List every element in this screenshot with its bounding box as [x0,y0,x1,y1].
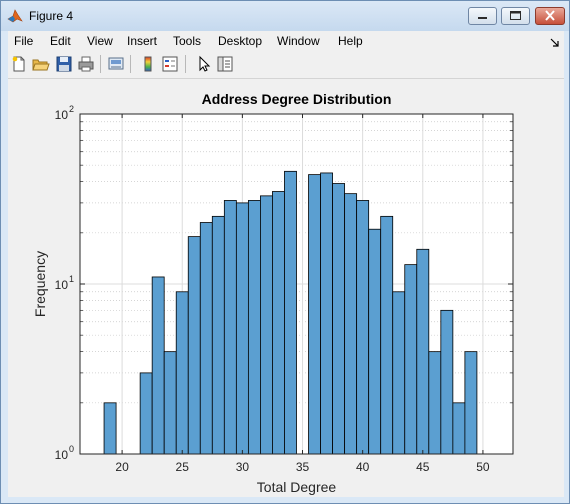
toolbar-separator [100,55,101,73]
y-tick-label: 10 [55,448,69,462]
open-file-icon[interactable] [32,55,50,73]
new-figure-icon[interactable] [10,55,28,73]
menu-bar: File Edit View Insert Tools Desktop Wind… [8,31,564,51]
histogram-chart: 20 25 30 35 40 45 50 10 010 110 2 Address Degree … [32,91,514,495]
menu-window[interactable]: Window [277,34,320,48]
histogram-bar [440,309,454,455]
insert-colorbar-icon[interactable] [139,55,157,73]
histogram-bar [392,291,406,455]
histogram-bar [404,264,418,455]
histogram-bar [428,351,442,455]
histogram-bar [320,172,333,455]
window-title: Figure 4 [29,9,74,23]
histogram-bar [103,402,117,455]
menu-file[interactable]: File [14,34,33,48]
histogram-bar [356,200,370,455]
figure-canvas: 20 25 30 35 40 45 50 10 0 10 1 10 2 Address Degree … [8,79,564,497]
menu-edit[interactable]: Edit [50,34,71,48]
x-tick-labels: 20 25 30 35 40 45 50 [115,460,490,474]
histogram-bar [163,351,177,455]
minimize-icon [478,17,487,19]
histogram-bar [308,174,321,455]
histogram-bar [139,372,153,455]
x-axis-label: Total Degree [257,479,337,495]
figure-window: Figure 4 File Edit View Insert Tools Des… [0,0,570,504]
title-bar[interactable]: Figure 4 [1,1,569,31]
save-icon[interactable] [55,55,73,73]
chart-title: Address Degree Distribution [202,91,392,107]
x-tick-label: 40 [356,460,370,474]
menu-tools[interactable]: Tools [173,34,201,48]
y-tick-label: 10 [55,108,69,122]
histogram-bar [175,291,189,455]
histogram-bar [260,195,273,455]
y-tick-exponent: 2 [69,104,74,114]
y-tick-label: 10 [55,278,69,292]
client-area: File Edit View Insert Tools Desktop Wind… [8,31,564,497]
histogram-bar [223,200,237,455]
histogram-bar [187,236,201,455]
close-button[interactable] [535,7,565,25]
property-inspector-icon[interactable] [216,55,234,73]
maximize-icon [510,11,521,20]
matlab-icon [7,8,23,24]
menu-view[interactable]: View [87,34,113,48]
x-tick-label: 20 [115,460,129,474]
link-plot-icon[interactable] [107,55,125,73]
toolbar-separator [130,55,131,73]
insert-legend-icon[interactable] [161,55,179,73]
histogram-bar [199,222,213,455]
histogram-bar [368,228,382,455]
histogram-bar [235,202,249,455]
histogram-bar [344,193,358,455]
minimize-button[interactable] [468,7,497,25]
histogram-bar [211,215,225,455]
x-tick-label: 50 [476,460,490,474]
x-tick-label: 25 [176,460,190,474]
histogram-bar [452,402,466,455]
toolbar-separator [185,55,186,73]
y-tick-labels: 10 010 110 2 [55,104,74,462]
histogram-bar [284,170,297,455]
histogram-bar [272,191,285,455]
menu-desktop[interactable]: Desktop [218,34,262,48]
menu-help[interactable]: Help [338,34,363,48]
histogram-bar [464,351,478,455]
histogram-bar [151,276,165,455]
histogram-bar [416,248,430,455]
maximize-button[interactable] [501,7,530,25]
histogram-bar [332,183,346,455]
x-tick-label: 35 [296,460,310,474]
print-icon[interactable] [77,55,95,73]
menu-insert[interactable]: Insert [127,34,157,48]
close-icon [545,10,555,21]
x-tick-label: 30 [236,460,250,474]
edit-plot-icon[interactable] [195,55,213,73]
histogram-bar [380,215,394,455]
y-tick-exponent: 0 [69,444,74,454]
x-tick-label: 45 [416,460,430,474]
y-tick-exponent: 1 [69,274,74,284]
toolbar [8,51,564,79]
y-axis-label: Frequency [32,251,48,317]
histogram-bar [247,200,261,455]
